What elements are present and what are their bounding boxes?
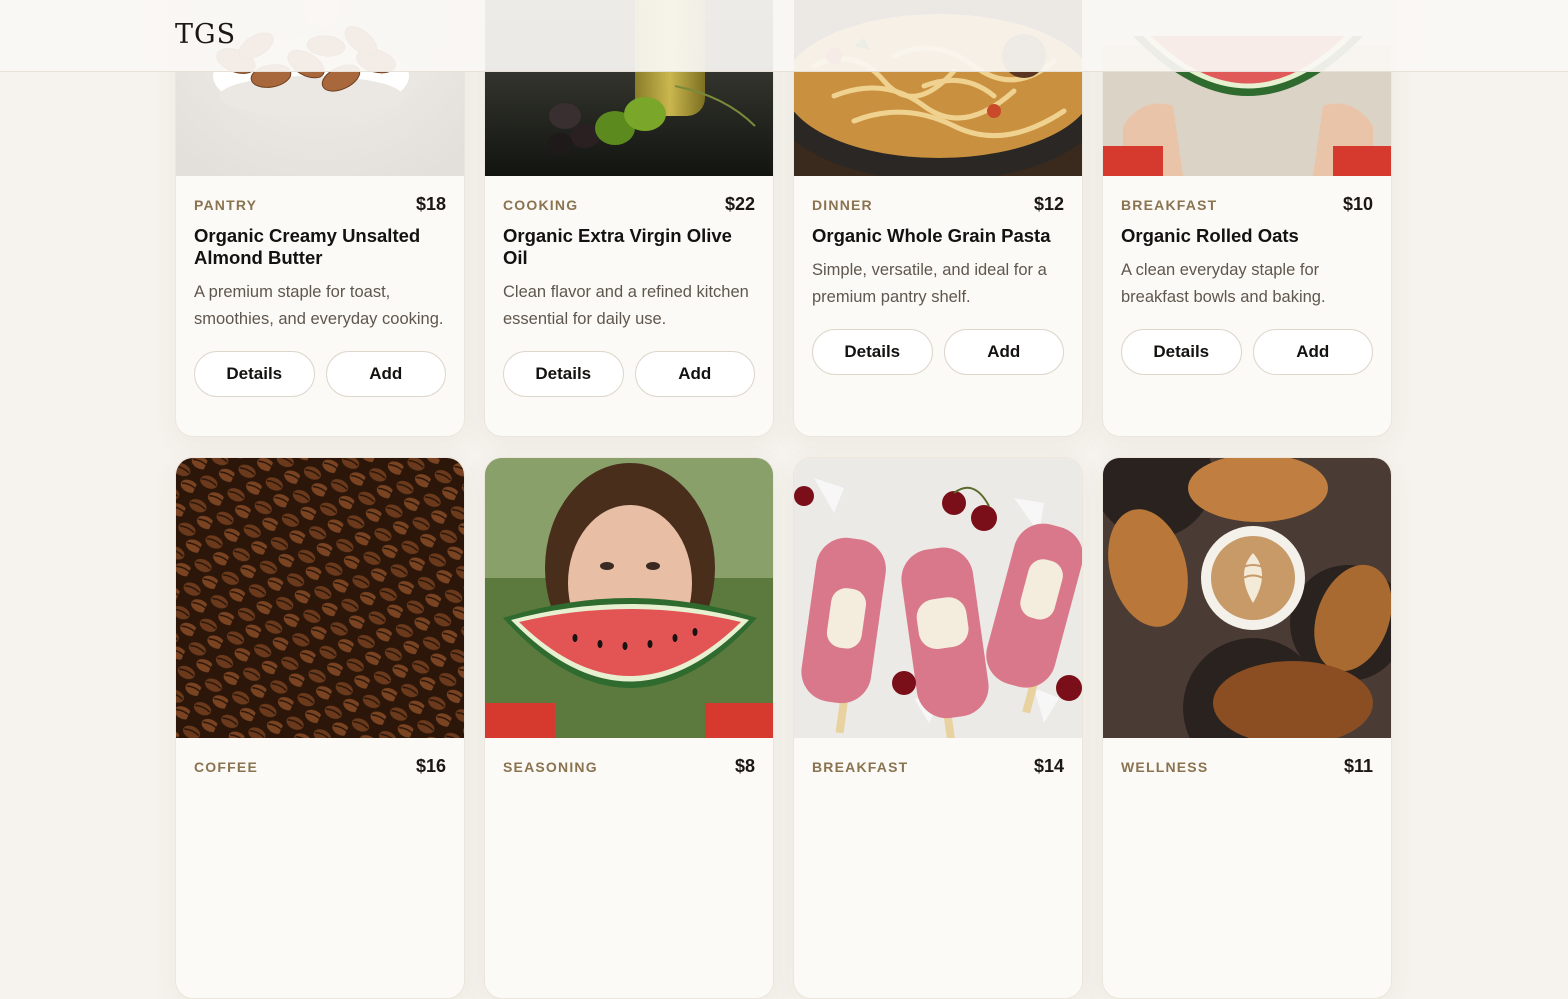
product-grid: PANTRY $18 Organic Creamy Unsalted Almon… — [175, 0, 1392, 999]
product-description: Clean flavor and a refined kitchen essen… — [503, 283, 749, 328]
product-category: BREAKFAST — [812, 759, 909, 775]
product-title[interactable]: Organic Rolled Oats — [1121, 225, 1373, 247]
product-title[interactable]: Organic Extra Virgin Olive Oil — [503, 225, 755, 269]
product-image-seasoning[interactable] — [485, 458, 773, 738]
logo[interactable]: TGS — [175, 19, 236, 50]
product-category: DINNER — [812, 197, 873, 213]
product-price: $10 — [1342, 194, 1373, 214]
product-card: BREAKFAST $14 — [793, 457, 1083, 999]
product-price: $8 — [734, 756, 755, 776]
product-price: $22 — [724, 194, 755, 214]
add-to-cart-button[interactable]: Add — [325, 351, 446, 397]
product-price: $14 — [1033, 756, 1064, 776]
product-card: SEASONING $8 — [484, 457, 774, 999]
add-to-cart-button[interactable]: Add — [634, 351, 755, 397]
product-card: COFFEE $16 — [175, 457, 465, 999]
product-category: COOKING — [503, 197, 579, 213]
product-image-latte-croissants[interactable] — [1103, 458, 1391, 738]
product-title[interactable]: Organic Creamy Unsalted Almond Butter — [194, 225, 446, 269]
product-price: $16 — [415, 756, 446, 776]
product-category: SEASONING — [503, 759, 598, 775]
add-to-cart-button[interactable]: Add — [1252, 329, 1373, 375]
details-button[interactable]: Details — [1121, 329, 1242, 375]
product-price: $18 — [415, 194, 446, 214]
product-price: $12 — [1033, 194, 1064, 214]
add-to-cart-button[interactable]: Add — [943, 329, 1064, 375]
product-image-popsicles[interactable] — [794, 458, 1082, 738]
details-button[interactable]: Details — [194, 351, 315, 397]
product-category: PANTRY — [194, 197, 258, 213]
site-header: TGS — [0, 0, 1568, 72]
product-image-coffee-beans[interactable] — [176, 458, 464, 738]
product-description: A premium staple for toast, smoothies, a… — [194, 283, 444, 328]
product-description: A clean everyday staple for breakfast bo… — [1121, 261, 1326, 306]
product-card: WELLNESS $11 — [1102, 457, 1392, 999]
details-button[interactable]: Details — [812, 329, 933, 375]
product-category: BREAKFAST — [1121, 197, 1218, 213]
product-description: Simple, versatile, and ideal for a premi… — [812, 261, 1047, 306]
product-price: $11 — [1343, 756, 1373, 776]
details-button[interactable]: Details — [503, 351, 624, 397]
product-title[interactable]: Organic Whole Grain Pasta — [812, 225, 1064, 247]
product-category: WELLNESS — [1121, 759, 1209, 775]
product-category: COFFEE — [194, 759, 258, 775]
